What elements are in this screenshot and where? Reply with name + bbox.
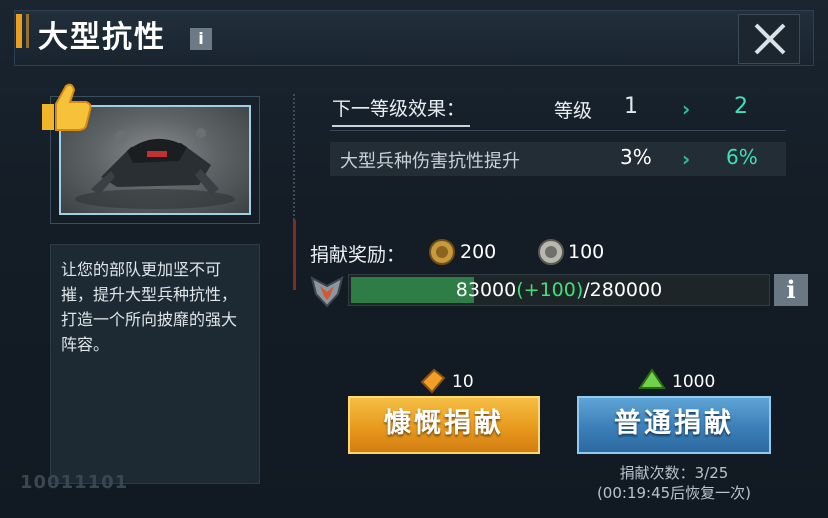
level-arrow-icon: › — [682, 97, 691, 121]
gold-reward-value: 200 — [460, 241, 497, 263]
dialog-panel: 大型抗性 i 让您的部队更加坚不可摧，提升大型兵种抗性，打造一个所向披靡的强大阵… — [0, 0, 828, 518]
close-icon — [754, 23, 786, 55]
effect-stat-current: 3% — [620, 145, 652, 169]
level-label: 等级 — [554, 100, 593, 122]
progress-info-button[interactable]: i — [774, 274, 808, 306]
description-box: 让您的部队更加坚不可摧，提升大型兵种抗性，打造一个所向披靡的强大阵容。 — [50, 244, 260, 484]
progress-total: /280000 — [583, 279, 663, 301]
silver-reward-value: 100 — [568, 241, 605, 263]
progress-text: 83000(+100)/280000 — [349, 279, 769, 301]
dialog-title: 大型抗性 — [38, 20, 166, 55]
generous-cost-value: 10 — [452, 372, 474, 392]
next-level-label: 下一等级效果： — [332, 94, 470, 127]
recover-timer-text: (00:19:45后恢复一次) — [596, 484, 752, 502]
normal-donate-button[interactable]: 普通捐献 — [577, 396, 771, 454]
progress-current: 83000 — [455, 279, 517, 301]
close-button[interactable] — [738, 14, 800, 64]
green-crystal-icon — [638, 368, 666, 389]
watermark-text: 10011101 — [20, 472, 129, 493]
progress-bonus: (+100) — [516, 279, 584, 301]
silver-coin-icon — [538, 239, 564, 265]
level-next: 2 — [734, 94, 748, 119]
effect-row: 大型兵种伤害抗性提升 3% › 6% — [330, 142, 786, 176]
orange-crystal-icon — [420, 368, 446, 394]
header-accent-bar-secondary — [26, 14, 29, 48]
rank-badge-icon — [310, 276, 344, 308]
divider-accent — [293, 220, 296, 290]
generous-donate-button[interactable]: 慷慨捐献 — [348, 396, 540, 454]
thumbs-up-icon — [42, 83, 92, 131]
title-info-icon[interactable]: i — [190, 28, 212, 50]
header-accent-bar — [16, 14, 22, 48]
gold-coin-icon — [429, 239, 455, 265]
skill-description: 让您的部队更加坚不可摧，提升大型兵种抗性，打造一个所向披靡的强大阵容。 — [61, 260, 238, 354]
donate-count-text: 捐献次数：3/25 — [619, 464, 729, 482]
reward-label: 捐献奖励： — [310, 244, 406, 266]
effect-arrow-icon: › — [682, 147, 691, 171]
normal-cost-value: 1000 — [672, 372, 716, 392]
header-divider — [330, 130, 786, 131]
effect-stat-label: 大型兵种伤害抗性提升 — [340, 151, 520, 172]
effect-stat-next: 6% — [726, 145, 758, 169]
level-current: 1 — [624, 94, 638, 119]
donation-progress-bar: 83000(+100)/280000 — [348, 274, 770, 306]
